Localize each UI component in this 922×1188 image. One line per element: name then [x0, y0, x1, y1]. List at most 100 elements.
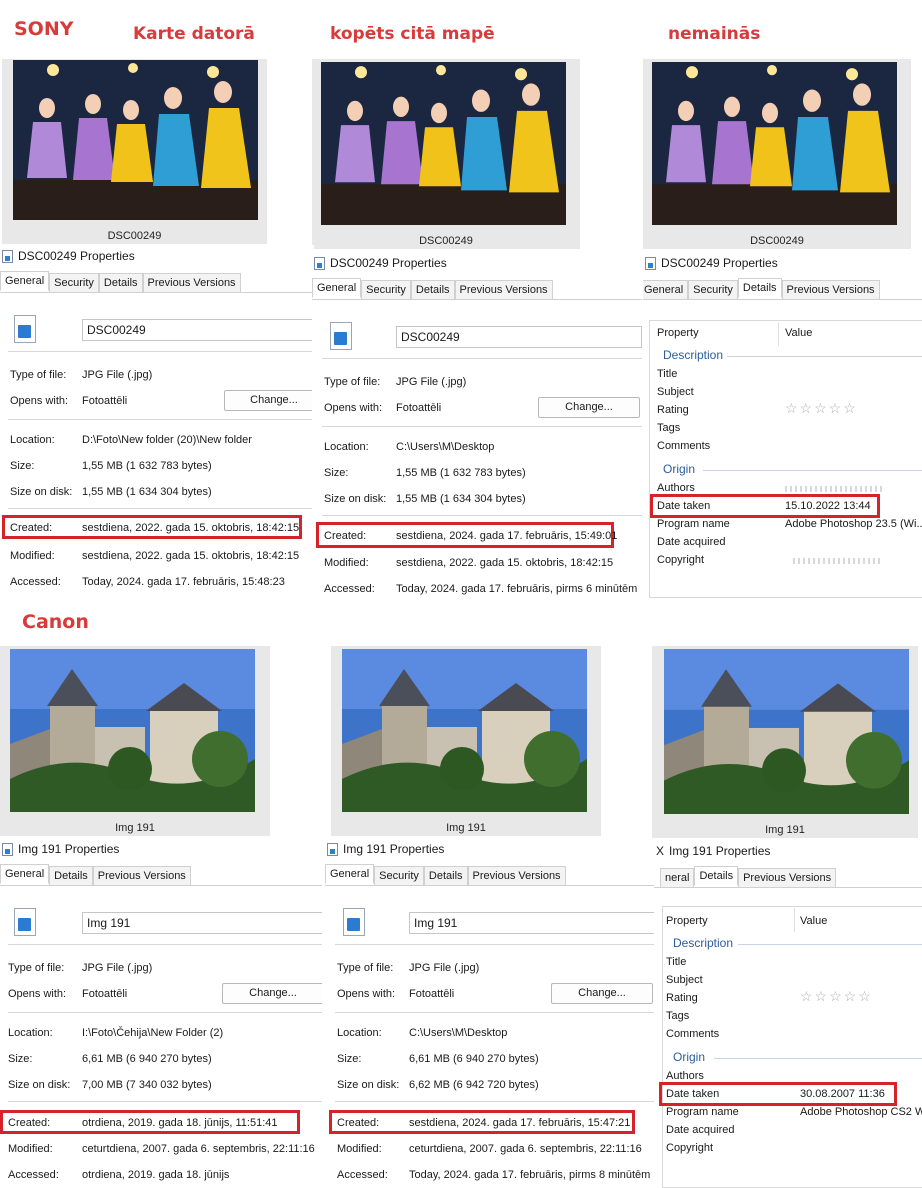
type-label: Type of file:: [337, 962, 394, 974]
property-column-header[interactable]: Property: [666, 915, 708, 927]
window-title-text: Img 191 Properties: [669, 844, 771, 858]
tab-security[interactable]: Security: [374, 866, 424, 886]
location-label: Location:: [8, 1027, 53, 1039]
change-button[interactable]: Change...: [222, 983, 322, 1004]
tab-general[interactable]: General: [0, 864, 50, 884]
type-value: JPG File (.jpg): [396, 376, 467, 388]
window-title: DSC00249 Properties: [312, 252, 447, 274]
tab-security[interactable]: Security: [361, 280, 411, 300]
thumbnail-canon-1[interactable]: Img 191: [0, 646, 270, 836]
tab-previous-versions[interactable]: Previous Versions: [92, 866, 191, 886]
date-taken-label: Date taken: [666, 1088, 720, 1100]
created-label: Created:: [337, 1117, 380, 1129]
close-icon[interactable]: X: [656, 844, 664, 858]
tab-details[interactable]: Details: [694, 866, 739, 886]
image-file-icon: [343, 908, 365, 936]
location-label: Location:: [324, 441, 369, 453]
image-file-icon: [330, 322, 352, 350]
type-label: Type of file:: [10, 369, 67, 381]
thumbnail-canon-2[interactable]: Img 191: [331, 646, 601, 836]
section-origin: Origin: [673, 1050, 706, 1064]
size-on-disk-value: 1,55 MB (1 634 304 bytes): [396, 493, 526, 505]
tab-general[interactable]: General: [0, 271, 50, 291]
tab-previous-versions[interactable]: Previous Versions: [142, 273, 241, 293]
size-label: Size:: [337, 1053, 362, 1065]
section-description: Description: [663, 348, 724, 362]
window-title: DSC00249 Properties: [643, 252, 778, 274]
filename-field[interactable]: Img 191: [409, 912, 655, 934]
title-label: Title: [657, 368, 678, 380]
change-button[interactable]: Change...: [224, 390, 314, 411]
subject-label: Subject: [657, 386, 694, 398]
tab-details[interactable]: Details: [49, 866, 93, 886]
modified-value: sestdiena, 2022. gada 15. oktobris, 18:4…: [396, 557, 614, 569]
tab-details[interactable]: Details: [423, 866, 468, 886]
star-icon[interactable]: ☆☆☆☆☆: [800, 988, 873, 1005]
created-label: Created:: [8, 1117, 51, 1129]
heading-sony: SONY: [14, 18, 74, 40]
star-icon[interactable]: ☆☆☆☆☆: [785, 400, 858, 417]
tab-details[interactable]: Details: [410, 280, 455, 300]
tab-previous-versions[interactable]: Previous Versions: [467, 866, 566, 886]
size-value: 6,61 MB (6 940 270 bytes): [82, 1053, 212, 1065]
thumbnail-caption: DSC00249: [419, 235, 473, 247]
tab-previous-versions[interactable]: Previous Versions: [738, 868, 837, 888]
size-on-disk-label: Size on disk:: [324, 493, 387, 505]
filename-field[interactable]: DSC00249: [396, 326, 642, 348]
created-value: sestdiena, 2024. gada 17. februāris, 15:…: [396, 530, 618, 542]
tab-security[interactable]: Security: [688, 280, 738, 300]
value-column-header[interactable]: Value: [800, 915, 827, 927]
created-label: Created:: [10, 522, 53, 534]
property-column-header[interactable]: Property: [657, 327, 699, 339]
details-tab-content: Property Value Description Title Subject…: [643, 299, 922, 598]
window-title: Img 191 Properties: [0, 838, 119, 860]
window-title-text: Img 191 Properties: [343, 842, 445, 856]
change-button[interactable]: Change...: [538, 397, 640, 418]
tab-general[interactable]: General: [643, 280, 689, 300]
modified-label: Modified:: [337, 1143, 382, 1155]
tab-previous-versions[interactable]: Previous Versions: [454, 280, 553, 300]
concert-photo: [13, 60, 258, 220]
opens-value: Fotoattēli: [82, 988, 128, 1000]
filename-field[interactable]: Img 191: [82, 912, 322, 934]
thumbnail-sony-1[interactable]: DSC00249: [2, 59, 267, 244]
tab-security[interactable]: Security: [49, 273, 99, 293]
program-name-value: Adobe Photoshop 23.5 (Wi...: [785, 518, 922, 530]
window-title: Img 191 Properties: [325, 838, 444, 860]
filename-field[interactable]: DSC00249: [82, 319, 314, 341]
value-column-header[interactable]: Value: [785, 327, 812, 339]
properties-panel-canon-copied: Img 191 Properties General Security Deta…: [325, 838, 655, 1188]
location-value: C:\Users\M\Desktop: [396, 441, 495, 453]
tab-general[interactable]: General: [312, 278, 362, 298]
tab-general[interactable]: neral: [660, 868, 695, 888]
window-title-text: DSC00249 Properties: [18, 249, 135, 263]
tab-details[interactable]: Details: [98, 273, 143, 293]
thumbnail-caption: DSC00249: [107, 230, 162, 242]
tab-previous-versions[interactable]: Previous Versions: [781, 280, 880, 300]
castle-photo: [10, 649, 255, 812]
change-button[interactable]: Change...: [551, 983, 653, 1004]
program-name-label: Program name: [657, 518, 730, 530]
image-file-icon: [14, 315, 36, 343]
accessed-label: Accessed:: [324, 583, 375, 595]
details-tab-content: Property Value Description Title Subject…: [654, 887, 922, 1188]
thumbnail-sony-2[interactable]: DSC00249: [312, 59, 580, 249]
thumbnail-caption: DSC00249: [750, 235, 804, 247]
tab-general[interactable]: General: [325, 864, 375, 884]
concert-photo: [652, 62, 897, 225]
accessed-label: Accessed:: [10, 576, 61, 588]
thumbnail-canon-3[interactable]: Img 191: [652, 646, 918, 838]
window-title: DSC00249 Properties: [0, 245, 135, 267]
general-tab-content: DSC00249 Type of file: JPG File (.jpg) O…: [0, 292, 314, 595]
tab-details[interactable]: Details: [737, 278, 782, 298]
date-taken-value: 30.08.2007 11:36: [800, 1088, 885, 1100]
file-jpg-icon: [2, 842, 13, 856]
size-on-disk-label: Size on disk:: [337, 1079, 400, 1091]
size-on-disk-value: 6,62 MB (6 942 720 bytes): [409, 1079, 539, 1091]
size-on-disk-value: 1,55 MB (1 634 304 bytes): [82, 486, 212, 498]
size-label: Size:: [8, 1053, 33, 1065]
thumbnail-sony-3[interactable]: DSC00249: [643, 59, 911, 249]
subject-label: Subject: [666, 974, 703, 986]
location-value: C:\Users\M\Desktop: [409, 1027, 508, 1039]
rating-label: Rating: [666, 992, 698, 1004]
